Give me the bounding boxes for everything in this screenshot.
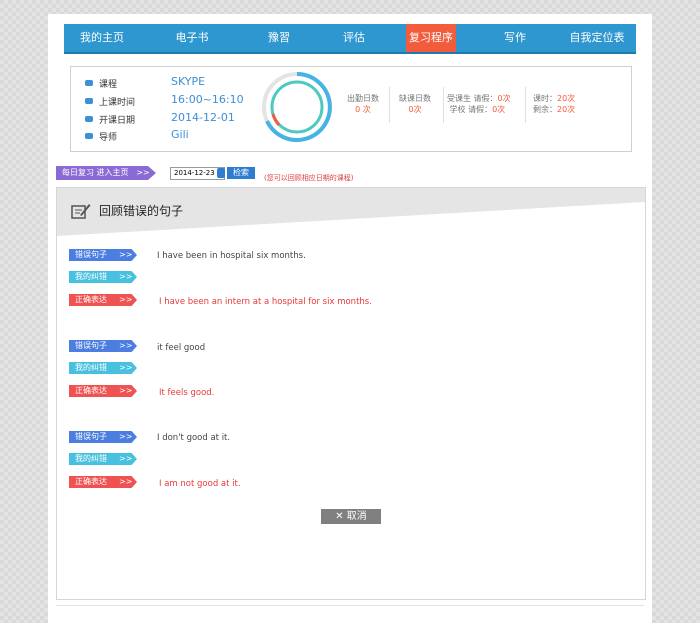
wrong-sentence: it feel good	[157, 343, 206, 353]
page-container: 我的主页 电子书 豫習 评估 复习程序 写作 自我定位表 课程 SKYPE 上课…	[48, 14, 652, 623]
review-panel: 回顾错误的句子 错误句子 >> I have been in hospital s…	[56, 187, 646, 600]
wrong-sentence: I have been in hospital six months.	[157, 251, 306, 261]
info-row-tutor: 导师 Gili	[85, 128, 189, 144]
wrong-sentence: I don't good at it.	[157, 433, 231, 443]
progress-ring-icon	[262, 72, 332, 142]
class-time: 16:00~16:10	[171, 93, 244, 106]
info-row-start-date: 开课日期 2014-12-01	[85, 111, 235, 127]
tag-wrong-sentence: 错误句子 >>	[69, 340, 137, 352]
info-row-time: 上课时间 16:00~16:10	[85, 93, 244, 109]
main-nav: 我的主页 电子书 豫習 评估 复习程序 写作 自我定位表	[64, 24, 636, 54]
leave-stat: 受课生 请假：0次 学校 请假：0次	[447, 94, 511, 114]
nav-item-ebook[interactable]: 电子书	[152, 24, 232, 52]
bullet-icon	[85, 80, 93, 86]
nav-item-self-assessment[interactable]: 自我定位表	[558, 24, 636, 52]
tag-correct-expression: 正确表达 >>	[69, 385, 137, 397]
panel-title: 回顾错误的句子	[99, 204, 184, 218]
info-row-course: 课程 SKYPE	[85, 75, 205, 91]
tag-wrong-sentence: 错误句子 >>	[69, 431, 137, 443]
note-edit-icon	[71, 204, 91, 219]
tutor-name: Gili	[171, 128, 189, 141]
bullet-icon	[85, 116, 93, 122]
tag-my-correction: 我的纠错 >>	[69, 362, 137, 374]
chevron-right-icon: >>	[136, 168, 150, 177]
daily-review-button[interactable]: 每日复习 进入主页 >>	[56, 166, 156, 180]
correct-sentence: It feels good.	[159, 388, 215, 398]
tag-my-correction: 我的纠错 >>	[69, 271, 137, 283]
nav-item-home[interactable]: 我的主页	[64, 24, 140, 52]
start-date: 2014-12-01	[171, 111, 235, 124]
close-icon: ✕	[335, 511, 344, 522]
attendance-stat: 出勤日数 0 次	[347, 94, 379, 114]
course-name: SKYPE	[171, 75, 206, 88]
tag-wrong-sentence: 错误句子 >>	[69, 249, 137, 261]
absence-stat: 缺课日数 0次	[399, 94, 431, 114]
bullet-icon	[85, 133, 93, 139]
cancel-button[interactable]: ✕ 取消	[321, 509, 381, 524]
bullet-icon	[85, 98, 93, 104]
date-hint: (您可以回顾相应日期的课程)	[264, 174, 354, 182]
nav-item-preview[interactable]: 豫習	[244, 24, 314, 52]
tag-correct-expression: 正确表达 >>	[69, 476, 137, 488]
search-button[interactable]: 检索	[227, 167, 255, 179]
nav-item-writing[interactable]: 写作	[488, 24, 542, 52]
nav-item-assessment[interactable]: 评估	[326, 24, 382, 52]
tag-my-correction: 我的纠错 >>	[69, 453, 137, 465]
date-spinner-icon[interactable]	[217, 168, 225, 178]
correct-sentence: I have been an intern at a hospital for …	[159, 297, 372, 307]
correct-sentence: I am not good at it.	[159, 479, 241, 489]
lessons-stat: 课时：20次 剩余：20次	[533, 94, 576, 114]
tag-correct-expression: 正确表达 >>	[69, 294, 137, 306]
course-info-panel: 课程 SKYPE 上课时间 16:00~16:10 开课日期 2014-12-0…	[70, 66, 632, 152]
nav-item-review[interactable]: 复习程序	[406, 24, 456, 52]
